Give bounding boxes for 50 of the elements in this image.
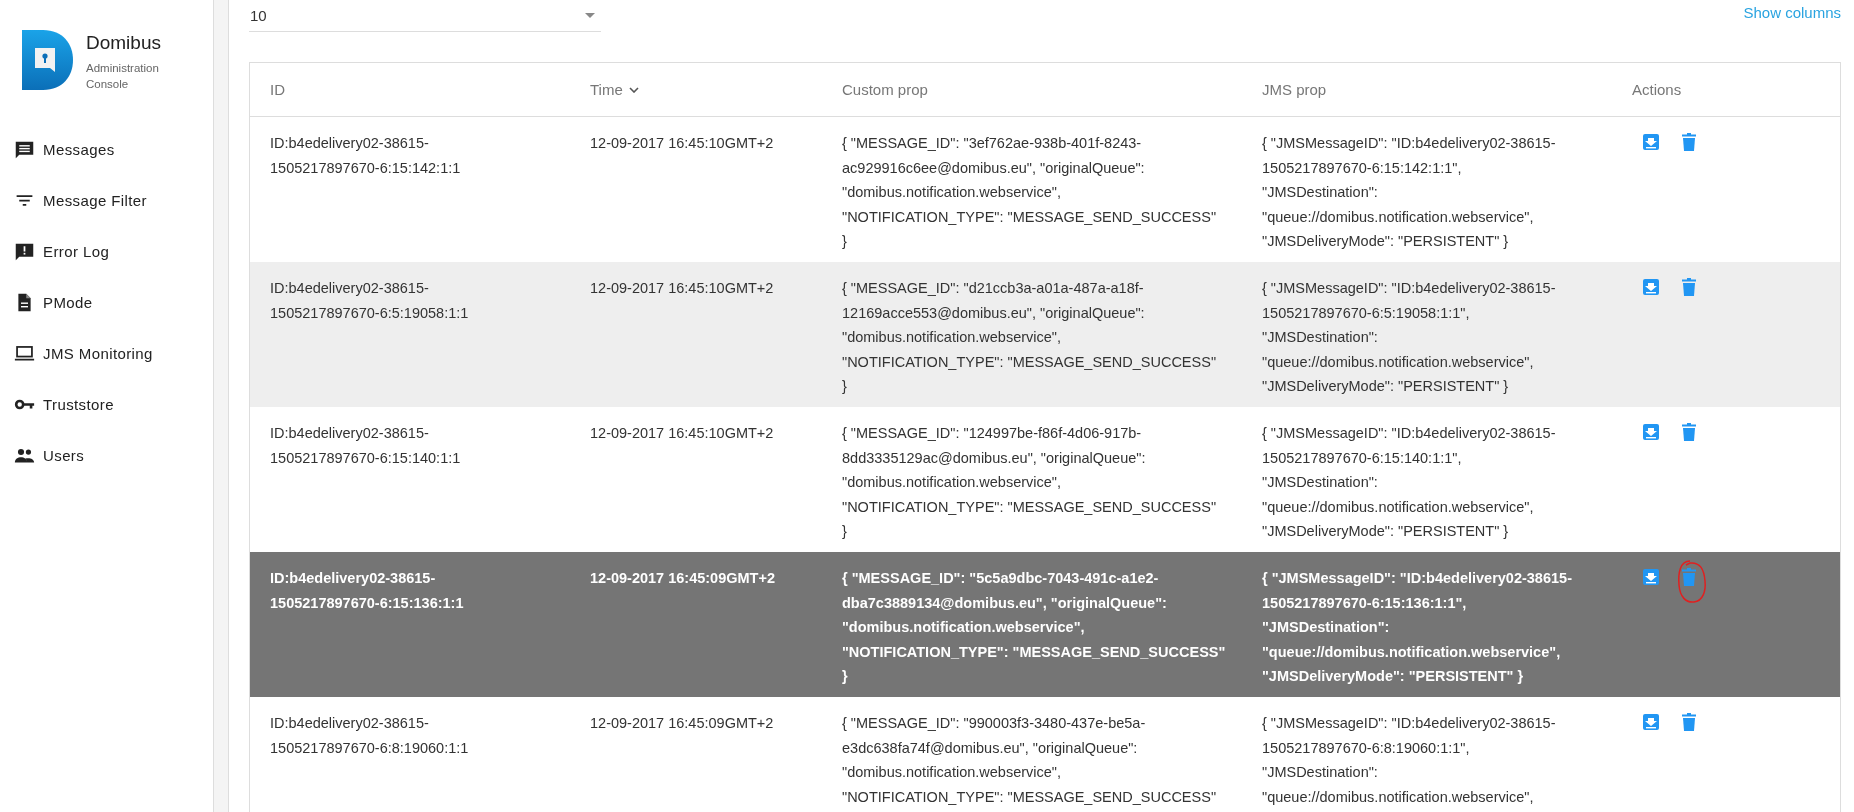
app-subtitle: Administration Console	[86, 61, 160, 92]
sidebar-item[interactable]: Error Log	[0, 226, 213, 277]
dropdown-caret-icon	[585, 13, 595, 18]
table-cell-text: 12-09-2017 16:45:10GMT+2	[589, 424, 775, 443]
sidebar-item[interactable]: JMS Monitoring	[0, 328, 213, 379]
app-name: Domibus	[86, 32, 161, 54]
table-cell-text: { "MESSAGE_ID": "124997be-f86f-4d06-917b- 8dd3335129ac@domibus.eu", "originalQueue": "domibus.notification.webservice", "NOTIFICATION_TYPE": "MESSAGE_SEND_SUCCESS" }	[841, 424, 1218, 542]
table-cell-text: ID:b4edelivery02-38615- 1505217897670-6:8:19060:1:1	[269, 714, 470, 758]
laptop-icon	[14, 343, 35, 364]
delete-icon[interactable]	[1682, 713, 1696, 731]
table-cell-text: ID:b4edelivery02-38615- 1505217897670-6:5:19058:1:1	[269, 279, 470, 323]
table-cell-text: { "MESSAGE_ID": "d21ccb3a-a01a-487a-a18f- 12169acce553@domibus.eu", "originalQueue": "domibus.notification.webservice", "NOTIFICATION_TYPE": "MESSAGE_SEND_SUCCESS" }	[841, 279, 1218, 397]
table-cell-text: { "JMSMessageID": "ID:b4edelivery02-38615- 1505217897670-6:15:140:1:1", "JMSDestination": "queue://domibus.notification.webservice", "JMSDeliveryMode": "PERSISTENT" }	[1261, 424, 1557, 542]
column-header[interactable]: Time	[570, 81, 822, 98]
table-cell-text: { "JMSMessageID": "ID:b4edelivery02-38615- 1505217897670-6:8:19060:1:1", "JMSDestination": "queue://domibus.notification.webservice",	[1261, 714, 1557, 807]
download-icon[interactable]	[1642, 713, 1660, 731]
table-cell-text: 12-09-2017 16:45:09GMT+2	[589, 714, 775, 733]
download-icon[interactable]	[1642, 278, 1660, 296]
table-row[interactable]	[250, 262, 1840, 407]
table-row[interactable]	[250, 552, 1840, 697]
sidebar-item[interactable]: Truststore	[0, 379, 213, 430]
sidebar-item[interactable]: Messages	[0, 124, 213, 175]
delete-icon[interactable]	[1682, 133, 1696, 151]
table-cell-text: { "MESSAGE_ID": "990003f3-3480-437e-be5a- e3dc638fa74f@domibus.eu", "originalQueue": "domibus.notification.webservice", "NOTIFICATION_TYPE": "MESSAGE_SEND_SUCCESS"	[841, 714, 1218, 807]
table-cell-text: { "JMSMessageID": "ID:b4edelivery02-38615- 1505217897670-6:15:136:1:1", "JMSDestination": "queue://domibus.notification.webservice", "JMSDeliveryMode": "PERSISTENT" }	[1261, 569, 1573, 687]
column-header[interactable]: Custom prop	[822, 81, 1242, 98]
alert-message-icon	[14, 241, 35, 262]
table-cell-text: ID:b4edelivery02-38615- 1505217897670-6:15:140:1:1	[269, 424, 462, 468]
table-cell-text: ID:b4edelivery02-38615- 1505217897670-6:15:136:1:1	[269, 569, 465, 613]
table-cell-text: { "MESSAGE_ID": "3ef762ae-938b-401f-8243- ac929916c6ee@domibus.eu", "originalQueue": "domibus.notification.webservice", "NOTIFICATION_TYPE": "MESSAGE_SEND_SUCCESS" }	[841, 134, 1218, 252]
column-header[interactable]: JMS prop	[1242, 81, 1612, 98]
table-cell-text: { "JMSMessageID": "ID:b4edelivery02-38615- 1505217897670-6:5:19058:1:1", "JMSDestination": "queue://domibus.notification.webservice", "JMSDeliveryMode": "PERSISTENT" }	[1261, 279, 1557, 397]
table-cell-text: { "MESSAGE_ID": "5c5a9dbc-7043-491c-a1e2- dba7c3889134@domibus.eu", "originalQueue": "domibus.notification.webservice", "NOTIFICATION_TYPE": "MESSAGE_SEND_SUCCESS" }	[841, 569, 1227, 687]
delete-icon[interactable]	[1682, 278, 1696, 296]
download-icon[interactable]	[1642, 133, 1660, 151]
download-icon[interactable]	[1642, 423, 1660, 441]
sidebar-item[interactable]: Message Filter	[0, 175, 213, 226]
sidebar-item[interactable]: PMode	[0, 277, 213, 328]
table-cell-text: ID:b4edelivery02-38615- 1505217897670-6:15:142:1:1	[269, 134, 462, 178]
page-size-select[interactable]: 10	[249, 0, 601, 32]
table-cell-text: 12-09-2017 16:45:10GMT+2	[589, 134, 775, 153]
table-cell-text: 12-09-2017 16:45:09GMT+2	[589, 569, 776, 588]
column-header[interactable]: Actions	[1612, 81, 1840, 98]
download-icon[interactable]	[1642, 568, 1660, 586]
delete-icon[interactable]	[1682, 423, 1696, 441]
table-cell-text: 12-09-2017 16:45:10GMT+2	[589, 279, 775, 298]
sidebar-item[interactable]: Users	[0, 430, 213, 481]
column-header[interactable]: ID	[250, 81, 570, 98]
table-cell-text: { "JMSMessageID": "ID:b4edelivery02-38615- 1505217897670-6:15:142:1:1", "JMSDestination": "queue://domibus.notification.webservice", "JMSDeliveryMode": "PERSISTENT" }	[1261, 134, 1557, 252]
message-icon	[14, 139, 35, 160]
